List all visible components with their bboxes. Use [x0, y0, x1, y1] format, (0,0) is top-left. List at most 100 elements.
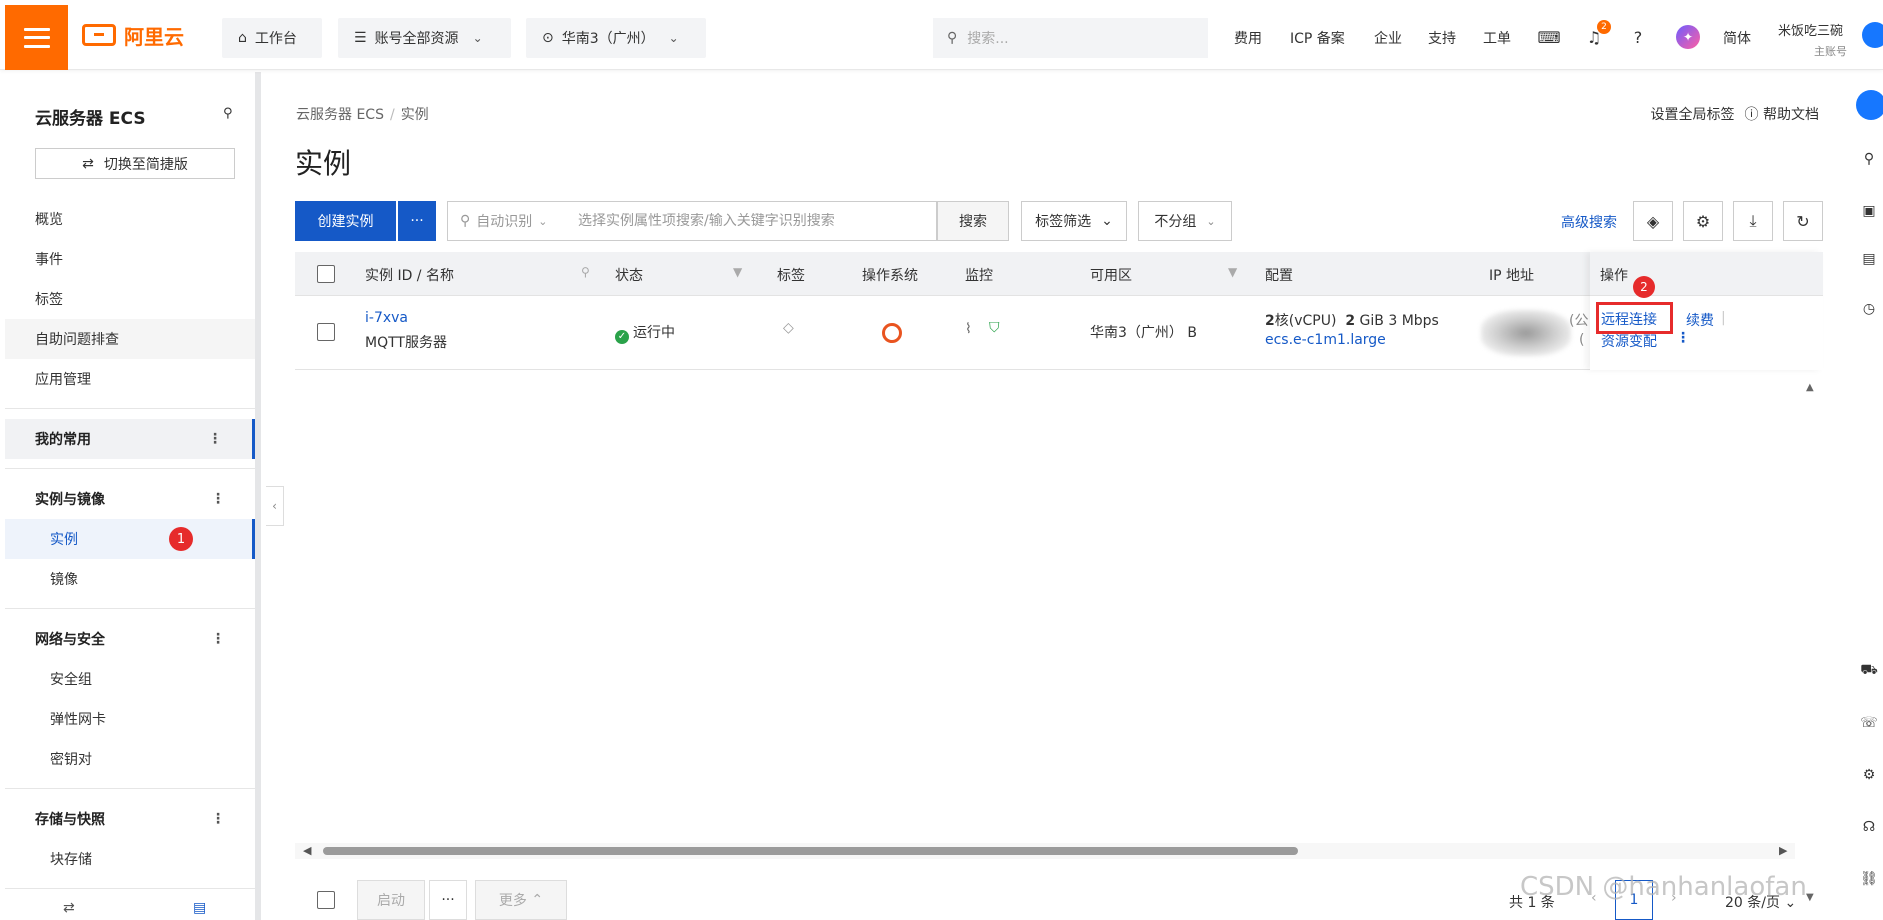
select-all-checkbox-footer[interactable] — [317, 891, 335, 909]
ai-assistant-icon[interactable]: ✦ — [1676, 25, 1700, 49]
horizontal-scrollbar[interactable]: ◀ ▶ — [295, 843, 1795, 859]
batch-more-button[interactable]: ··· — [429, 880, 467, 920]
layers-icon[interactable]: ◈ — [1633, 201, 1673, 241]
more-vertical-icon[interactable]: ⋮ — [208, 431, 222, 447]
search-icon[interactable]: ⚲ — [581, 265, 590, 279]
tag-icon[interactable]: ◇ — [783, 320, 794, 336]
scroll-left-icon[interactable]: ◀ — [303, 844, 311, 857]
top-navbar: 阿里云 ⌂ 工作台 ☰ 账号全部资源 ⌄ ⊙ 华南3（广州） ⌄ ⚲ 搜索...… — [0, 0, 1883, 70]
filter-icon[interactable]: ▼ — [733, 265, 742, 279]
switch-simple-mode-button[interactable]: ⇄ 切换至简捷版 — [35, 148, 235, 179]
workbench-button[interactable]: ⌂ 工作台 — [222, 18, 322, 58]
search-icon[interactable]: ⚲ — [1860, 150, 1878, 168]
resize-link[interactable]: 资源变配 — [1601, 331, 1657, 351]
headset-icon[interactable]: ☊ — [1860, 818, 1878, 836]
link-support[interactable]: 支持 — [1428, 28, 1456, 48]
instance-search-input[interactable] — [578, 213, 936, 229]
assistant-icon[interactable] — [1856, 90, 1883, 120]
more-vertical-icon[interactable]: ⋮ — [211, 811, 225, 827]
help-icon[interactable]: ? — [1627, 26, 1649, 48]
advanced-search-link[interactable]: 高级搜索 — [1561, 212, 1617, 232]
more-vertical-icon[interactable]: ⋮ — [1676, 330, 1690, 346]
tag-filter-dropdown[interactable]: 标签筛选 ⌄ — [1021, 201, 1127, 241]
chart-icon[interactable]: ⌇ — [965, 321, 972, 337]
scroll-up-icon[interactable]: ▲ — [1806, 382, 1814, 393]
region-dropdown[interactable]: ⊙ 华南3（广州） ⌄ — [526, 18, 706, 58]
global-search-input[interactable]: ⚲ 搜索... — [933, 18, 1208, 58]
instance-id-link[interactable]: i-7xva — [365, 310, 408, 326]
sidebar-item-images[interactable]: 镜像 — [5, 559, 255, 599]
spec-link[interactable]: ecs.e-c1m1.large — [1265, 332, 1386, 348]
global-tag-link[interactable]: 设置全局标签 — [1651, 104, 1735, 124]
link-enterprise[interactable]: 企业 — [1374, 28, 1402, 48]
search-mode-dropdown[interactable]: ⚲ 自动识别 ⌄ — [448, 211, 578, 231]
link-fees[interactable]: 费用 — [1234, 28, 1262, 48]
clock-icon[interactable]: ◷ — [1860, 300, 1878, 318]
row-checkbox[interactable] — [317, 323, 335, 341]
sidebar-item-apps[interactable]: 应用管理 — [5, 359, 255, 399]
col-instance: 实例 ID / 名称 — [365, 268, 454, 284]
sidebar-group-network[interactable]: 网络与安全 ⋮ — [5, 619, 255, 659]
col-actions: 操作 — [1600, 268, 1628, 284]
more-vertical-icon[interactable]: ⋮ — [211, 491, 225, 507]
menu-button[interactable] — [5, 5, 68, 70]
link-ticket[interactable]: 工单 — [1483, 28, 1511, 48]
divider — [5, 788, 255, 789]
sidebar-item-events[interactable]: 事件 — [5, 239, 255, 279]
divider — [5, 468, 255, 469]
cart-icon[interactable]: ▣ — [1860, 202, 1878, 220]
sidebar-item-keypair[interactable]: 密钥对 — [5, 739, 255, 779]
user-name[interactable]: 米饭吃三碗 — [1778, 20, 1843, 39]
more-actions-dropdown[interactable]: 更多 ⌃ — [475, 880, 567, 920]
document-icon[interactable]: ▤ — [1860, 250, 1878, 268]
resource-scope-dropdown[interactable]: ☰ 账号全部资源 ⌄ — [338, 18, 511, 58]
filter-icon[interactable]: ▼ — [1228, 265, 1237, 279]
step-marker-2: 2 — [1633, 276, 1655, 298]
sidebar-item-block-storage[interactable]: 块存储 — [5, 839, 255, 879]
create-instance-button[interactable]: 创建实例 — [295, 201, 396, 241]
collapse-sidebar-button[interactable]: ‹ — [266, 486, 284, 526]
cart-icon[interactable]: ⛟ — [1860, 662, 1878, 680]
phone-icon[interactable]: ☏ — [1860, 714, 1878, 732]
group-select[interactable]: 不分组 ⌄ — [1138, 201, 1232, 241]
link-icp[interactable]: ICP 备案 — [1290, 28, 1345, 48]
search-icon[interactable]: ⚲ — [223, 106, 233, 121]
swap-icon[interactable]: ⇄ — [63, 900, 75, 916]
renew-link[interactable]: 续费 — [1686, 310, 1714, 330]
sidebar-item-troubleshoot[interactable]: 自助问题排查 — [5, 319, 255, 359]
link-icon[interactable]: ⛓ — [1860, 870, 1878, 888]
breadcrumb-ecs[interactable]: 云服务器 ECS — [296, 107, 384, 123]
search-button[interactable]: 搜索 — [937, 201, 1009, 241]
avatar[interactable] — [1862, 22, 1883, 48]
location-icon: ⊙ — [542, 30, 554, 46]
sidebar-group-storage[interactable]: 存储与快照 ⋮ — [5, 799, 255, 839]
terminal-icon[interactable]: ⌨ — [1537, 26, 1560, 48]
scrollbar-thumb[interactable] — [323, 847, 1298, 855]
aliyun-logo[interactable]: 阿里云 — [82, 20, 184, 50]
operations-column: 操作 2 远程连接 续费 | 资源变配 ⋮ — [1590, 252, 1823, 370]
sidebar-item-eni[interactable]: 弹性网卡 — [5, 699, 255, 739]
sidebar-group-instances[interactable]: 实例与镜像 ⋮ — [5, 479, 255, 519]
more-vertical-icon[interactable]: ⋮ — [211, 631, 225, 647]
document-icon[interactable]: ▤ — [193, 900, 206, 916]
download-icon[interactable]: ⤓ — [1733, 201, 1773, 241]
sidebar-group-favorites[interactable]: 我的常用 ⋮ — [5, 419, 255, 459]
instance-search: ⚲ 自动识别 ⌄ — [447, 201, 937, 241]
sidebar-item-instances[interactable]: 实例 1 — [5, 519, 255, 559]
remote-connect-link[interactable]: 远程连接 — [1601, 309, 1657, 329]
sidebar-item-security-group[interactable]: 安全组 — [5, 659, 255, 699]
gear-icon[interactable]: ⚙ — [1683, 201, 1723, 241]
gear-icon[interactable]: ⚙ — [1860, 766, 1878, 784]
sidebar-item-tags[interactable]: 标签 — [5, 279, 255, 319]
select-all-checkbox[interactable] — [317, 265, 335, 283]
right-toolbar: ⚲ ▣ ▤ ◷ ⛟ ☏ ⚙ ☊ ⛓ — [1848, 72, 1883, 920]
sidebar-item-overview[interactable]: 概览 — [5, 199, 255, 239]
help-doc-link[interactable]: ⓘ 帮助文档 — [1745, 104, 1819, 124]
refresh-icon[interactable]: ↻ — [1783, 201, 1823, 241]
bell-icon[interactable]: ♫ 2 — [1583, 20, 1611, 48]
start-button[interactable]: 启动 — [357, 880, 425, 920]
shield-icon[interactable]: ⛉ — [989, 320, 1000, 336]
scroll-right-icon[interactable]: ▶ — [1779, 844, 1787, 857]
language-switch[interactable]: 简体 — [1723, 28, 1751, 48]
create-more-button[interactable]: ··· — [398, 201, 436, 241]
